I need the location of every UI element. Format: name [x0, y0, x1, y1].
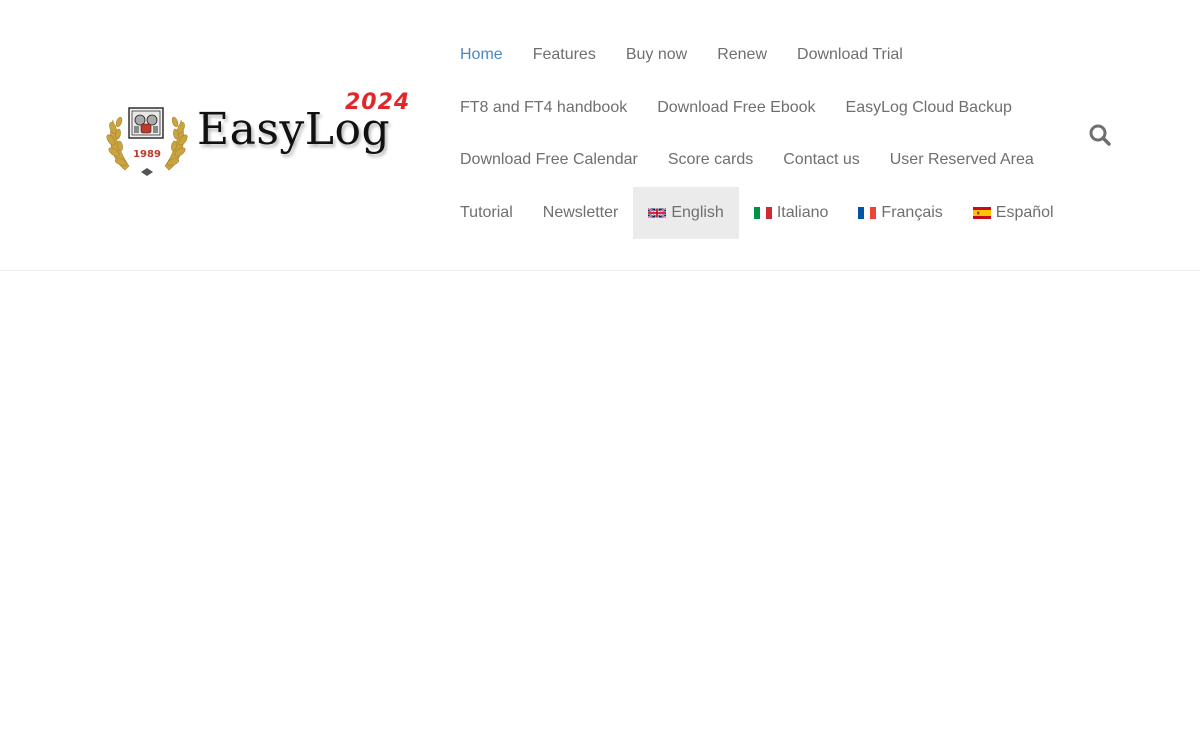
nav-item-label: Italiano	[776, 203, 829, 221]
search-icon	[1089, 124, 1111, 146]
logo-year-badge: 2024	[345, 90, 411, 115]
nav-item-ft8-ft4-handbook[interactable]: FT8 and FT4 handbook	[445, 82, 642, 135]
site-header: EasyLog 2024 1989 Home Features Buy now …	[0, 0, 1200, 271]
nav-item-download-free-ebook[interactable]: Download Free Ebook	[642, 82, 830, 135]
nav-item-label: English	[671, 203, 724, 221]
site-logo[interactable]: EasyLog 2024 1989	[105, 90, 409, 180]
nav-row-1: Home Features Buy now Renew Download Tri…	[445, 29, 1075, 82]
main-content-area	[0, 272, 1200, 740]
nav-row-3: Download Free Calendar Score cards Conta…	[445, 134, 1075, 187]
search-button[interactable]	[1086, 121, 1114, 149]
uk-flag-icon	[648, 207, 667, 219]
logo-emblem-year: 1989	[133, 149, 161, 160]
nav-item-download-trial[interactable]: Download Trial	[782, 29, 918, 82]
nav-item-cloud-backup[interactable]: EasyLog Cloud Backup	[831, 82, 1027, 135]
italy-flag-icon	[753, 206, 772, 219]
nav-item-score-cards[interactable]: Score cards	[653, 134, 768, 187]
nav-item-lang-italiano[interactable]: Italiano	[739, 187, 844, 240]
france-flag-icon	[858, 206, 877, 219]
nav-item-lang-espanol[interactable]: Español	[958, 187, 1069, 240]
nav-item-features[interactable]: Features	[518, 29, 611, 82]
nav-item-label: Français	[881, 203, 943, 221]
nav-item-renew[interactable]: Renew	[702, 29, 782, 82]
main-navigation: Home Features Buy now Renew Download Tri…	[445, 29, 1075, 239]
nav-item-contact-us[interactable]: Contact us	[768, 134, 874, 187]
spain-flag-icon	[972, 206, 991, 219]
laurel-emblem-icon	[106, 107, 188, 176]
nav-item-lang-francais[interactable]: Français	[843, 187, 957, 240]
nav-item-label: Español	[995, 203, 1054, 221]
nav-row-4: Tutorial Newsletter English Italiano Fra…	[445, 186, 1075, 240]
nav-item-user-reserved-area[interactable]: User Reserved Area	[875, 134, 1049, 187]
nav-item-download-free-calendar[interactable]: Download Free Calendar	[445, 134, 653, 187]
nav-item-home[interactable]: Home	[445, 29, 518, 82]
nav-item-buy-now[interactable]: Buy now	[611, 29, 702, 82]
nav-item-lang-english[interactable]: English	[633, 186, 739, 239]
nav-item-newsletter[interactable]: Newsletter	[528, 187, 634, 240]
nav-row-2: FT8 and FT4 handbook Download Free Ebook…	[445, 82, 1075, 135]
nav-item-tutorial[interactable]: Tutorial	[445, 187, 528, 240]
